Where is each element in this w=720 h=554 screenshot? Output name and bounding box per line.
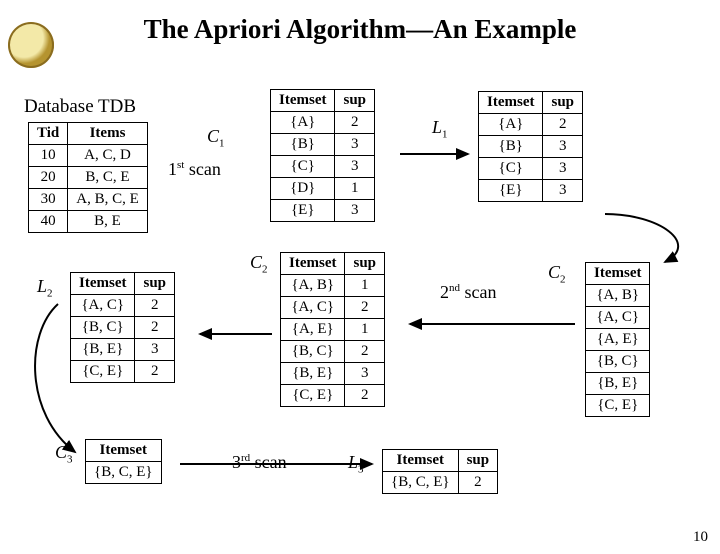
label-l2: L2 (37, 276, 53, 300)
table-row: {A, C}2 (281, 297, 385, 319)
page-number: 10 (693, 529, 708, 546)
table-row: {B, E} (586, 373, 650, 395)
table-row: {A, C} (586, 307, 650, 329)
table-row: {B, E}3 (281, 363, 385, 385)
table-l1: Itemsetsup {A}2 {B}3 {C}3 {E}3 (478, 91, 583, 202)
table-row: {C, E}2 (71, 361, 175, 383)
table-row: {B}3 (271, 134, 375, 156)
table-c1: Itemsetsup {A}2 {B}3 {C}3 {D}1 {E}3 (270, 89, 375, 222)
table-c3: Itemset {B, C, E} (85, 439, 162, 484)
label-l3: L3 (348, 452, 364, 476)
label-c1: C1 (207, 126, 225, 150)
table-row: 10A, C, D (29, 145, 148, 167)
label-c2-cand: C2 (548, 262, 566, 286)
table-row: {C}3 (271, 156, 375, 178)
table-row: {B, C, E}2 (383, 472, 498, 494)
table-row: 20B, C, E (29, 167, 148, 189)
table-row: {B, C}2 (71, 317, 175, 339)
page-title: The Apriori Algorithm—An Example (0, 14, 720, 45)
table-l2: Itemsetsup {A, C}2 {B, C}2 {B, E}3 {C, E… (70, 272, 175, 383)
table-row: {C, E} (586, 395, 650, 417)
table-row: {E}3 (479, 180, 583, 202)
label-c3: C3 (55, 442, 73, 466)
database-caption: Database TDB (24, 96, 136, 118)
table-row: {B}3 (479, 136, 583, 158)
label-c2-sup: C2 (250, 252, 268, 276)
table-row: {A, E}1 (281, 319, 385, 341)
table-row: 30A, B, C, E (29, 189, 148, 211)
table-row: {B, C}2 (281, 341, 385, 363)
table-row: 40B, E (29, 211, 148, 233)
table-c2-sup: Itemsetsup {A, B}1 {A, C}2 {A, E}1 {B, C… (280, 252, 385, 407)
table-row: {C}3 (479, 158, 583, 180)
table-row: {A, B} (586, 285, 650, 307)
tdb-header-items: Items (68, 123, 148, 145)
table-row: {B, C, E} (86, 462, 162, 484)
table-tdb: TidItems 10A, C, D 20B, C, E 30A, B, C, … (28, 122, 148, 233)
table-row: {C, E}2 (281, 385, 385, 407)
label-first-scan: 1st scan (168, 159, 221, 180)
table-l3: Itemsetsup {B, C, E}2 (382, 449, 498, 494)
table-row: {D}1 (271, 178, 375, 200)
table-row: {A, E} (586, 329, 650, 351)
table-row: {B, E}3 (71, 339, 175, 361)
label-second-scan: 2nd scan (440, 282, 496, 303)
table-row: {A, B}1 (281, 275, 385, 297)
table-c2-cand: Itemset {A, B} {A, C} {A, E} {B, C} {B, … (585, 262, 650, 417)
table-row: {E}3 (271, 200, 375, 222)
label-l1: L1 (432, 117, 448, 141)
table-row: {A, C}2 (71, 295, 175, 317)
tdb-header-tid: Tid (29, 123, 68, 145)
table-row: {A}2 (479, 114, 583, 136)
university-logo (8, 22, 54, 68)
label-third-scan: 3rd scan (232, 452, 287, 473)
table-row: {A}2 (271, 112, 375, 134)
table-row: {B, C} (586, 351, 650, 373)
